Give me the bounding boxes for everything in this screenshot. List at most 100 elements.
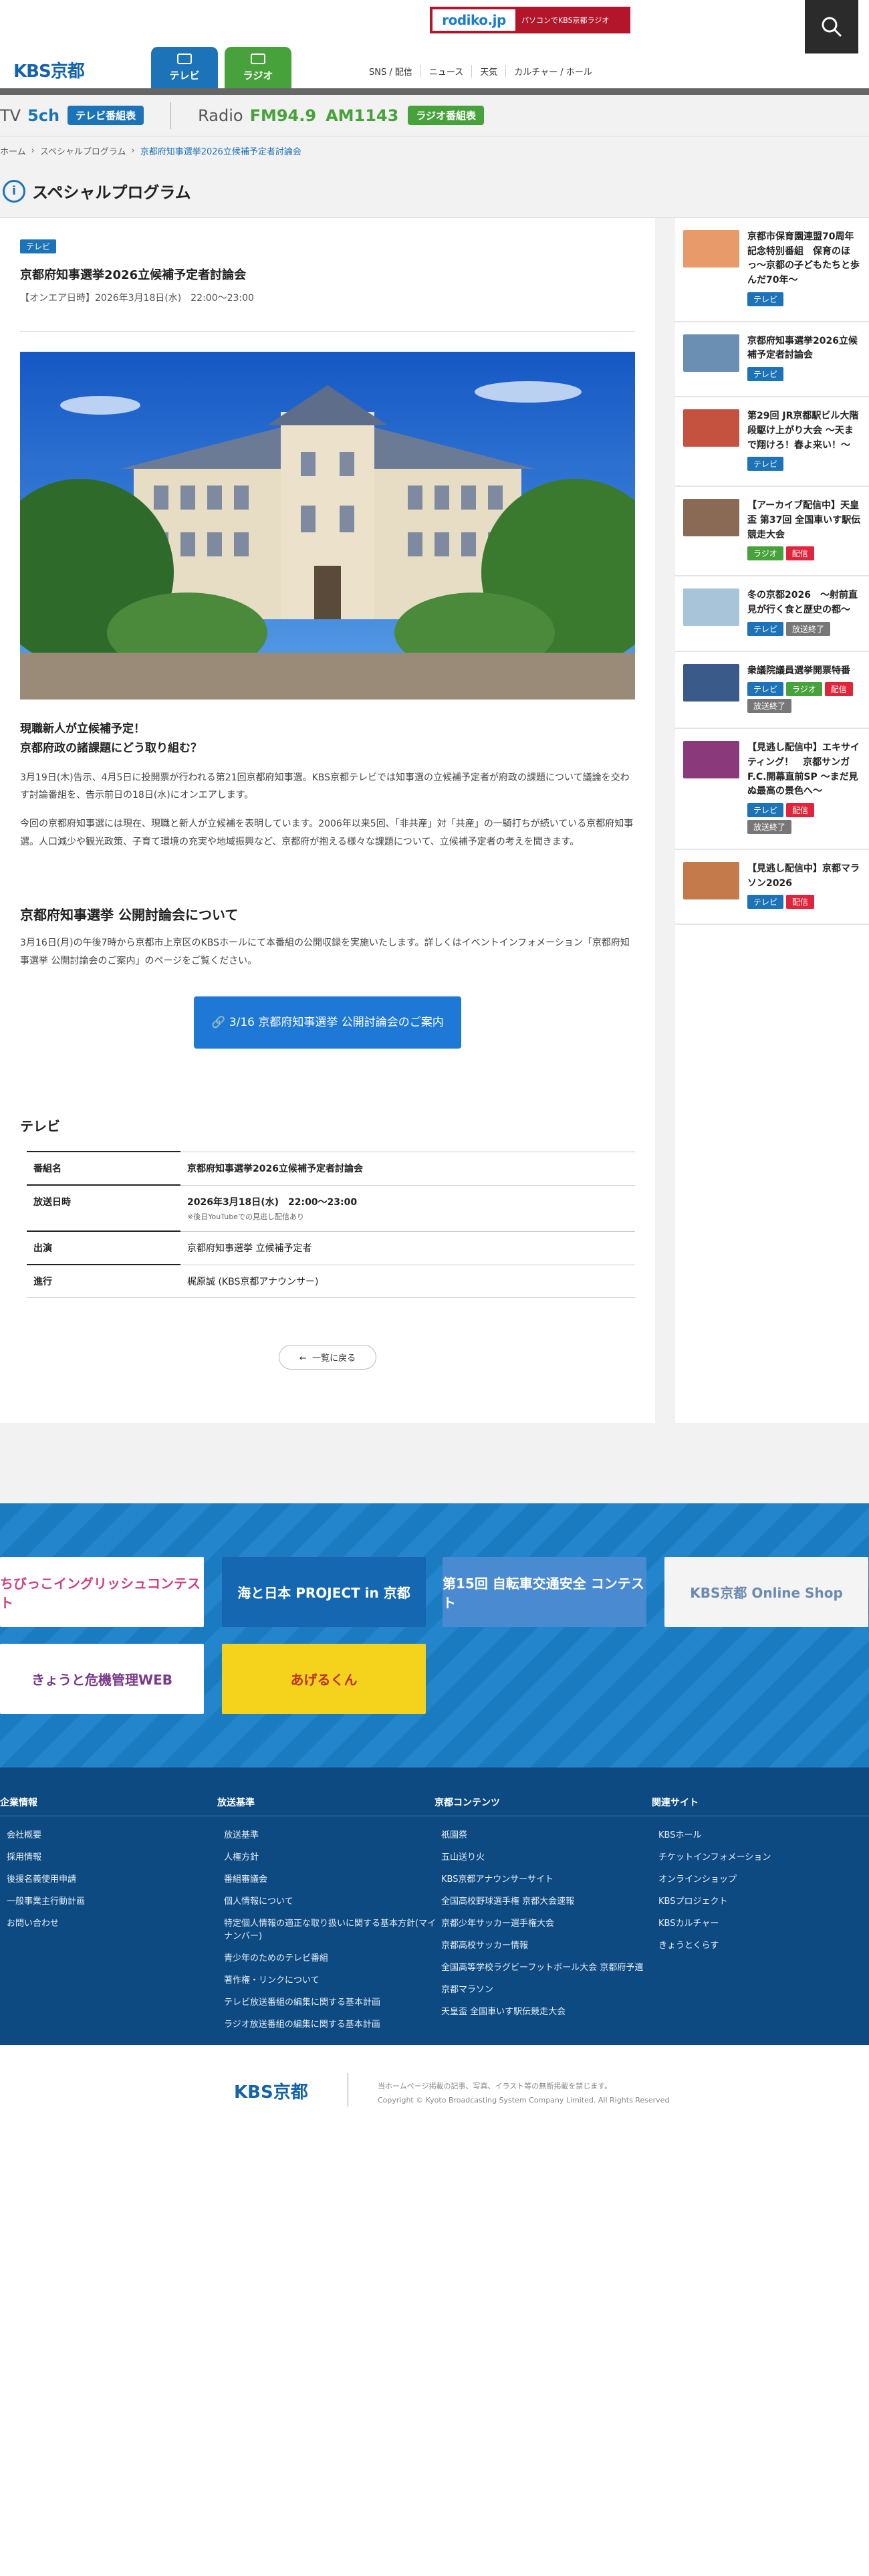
sidebar-item[interactable]: 冬の京都2026 〜射前直見が行く食と歴史の都〜 テレビ 放送終了 <box>675 576 869 652</box>
gnav-sns[interactable]: SNS / 配信 <box>361 65 420 78</box>
footer-link[interactable]: 人権方針 <box>217 1845 438 1867</box>
footer-link[interactable]: KBSホール <box>652 1823 869 1845</box>
footer-link[interactable]: チケットインフォメーション <box>652 1845 869 1867</box>
promo-banner[interactable]: KBS京都 Online Shop <box>664 1557 868 1628</box>
global-nav: SNS / 配信 ニュース 天気 カルチャー / ホール <box>361 65 600 78</box>
debate-info-button[interactable]: 🔗 3/16 京都府知事選挙 公開討論会のご案内 <box>194 996 461 1049</box>
footer-link[interactable]: お問い合わせ <box>0 1911 221 1933</box>
site-header: rodiko.jp パソコンでKBS京都ラジオ KBS京都 テレビ ラジオ SN… <box>0 0 869 88</box>
table-row: 進行 梶原誠 (KBS京都アナウンサー) <box>27 1264 635 1299</box>
radio-schedule-button[interactable]: ラジオ番組表 <box>408 106 485 125</box>
intro-line-1: 現職新人が立候補予定！ <box>20 722 145 736</box>
footer-link[interactable]: 番組審議会 <box>217 1867 438 1889</box>
promo-banner[interactable]: 海と日本 PROJECT in 京都 <box>222 1557 426 1628</box>
table-value: 2026年3月18日(水) 22:00〜23:00 ※後日YouTubeでの見逃し… <box>180 1184 635 1232</box>
table-key: 出演 <box>27 1230 180 1265</box>
footer-link[interactable]: 採用情報 <box>0 1845 221 1867</box>
promo-banner[interactable]: あげるくん <box>222 1644 426 1715</box>
sidebar-item[interactable]: 衆議院議員選挙開票特番 テレビ ラジオ 配信放送終了 <box>675 652 869 730</box>
footer-link[interactable]: 特定個人情報の適正な取り扱いに関する基本方針(マイナンバー) <box>217 1911 438 1946</box>
footer-link[interactable]: きょうとくらす <box>652 1933 869 1955</box>
back-to-list-button[interactable]: ← 一覧に戻る <box>278 1345 377 1370</box>
sidebar-item-title: 第29回 JR京都駅ビル大階段駆け上がり大会 〜天まで翔けろ！春よ来い！〜 <box>747 411 859 451</box>
channel-bar: TV 5ch テレビ番組表 Radio FM94.9 AM1143 ラジオ番組表 <box>0 95 869 136</box>
footer-link[interactable]: 放送基準 <box>217 1823 438 1845</box>
footer-link[interactable]: 全国高校野球選手権 京都大会速報 <box>434 1889 655 1911</box>
sidebar-badge: テレビ <box>747 803 784 818</box>
sidebar-item[interactable]: 【見逃し配信中】京都マラソン2026 テレビ 配信 <box>675 850 869 926</box>
tv-schedule-button[interactable]: テレビ番組表 <box>68 106 144 125</box>
breadcrumb-home[interactable]: ホーム <box>0 144 26 157</box>
footer-column: 関連サイト KBSホール チケットインフォメーション オンラインショップ KBSプロジェ… <box>652 1796 869 1955</box>
promo-banner[interactable]: きょうと危機管理WEB <box>0 1644 204 1715</box>
footer-link[interactable]: KBS京都アナウンサーサイト <box>434 1867 655 1889</box>
table-row: 放送日時 2026年3月18日(水) 22:00〜23:00 ※後日YouTubeで… <box>27 1184 635 1232</box>
sidebar-item-title: 【アーカイブ配信中】天皇盃 第37回 全国車いす駅伝競走大会 <box>747 500 861 540</box>
footer-link[interactable]: 後援名義使用申請 <box>0 1867 221 1889</box>
nav-tab-tv[interactable]: テレビ <box>151 47 218 88</box>
breadcrumb: ホーム › スペシャルプログラム › 京都府知事選挙2026立候補予定者討論会 <box>0 136 869 165</box>
radiko-logo: rodiko.jp <box>432 9 516 31</box>
sidebar-badge: 放送終了 <box>747 699 792 714</box>
nav-tab-radio[interactable]: ラジオ <box>225 47 291 88</box>
footer-logo[interactable]: KBS京都 <box>234 2078 308 2103</box>
footer-link[interactable]: オンラインショップ <box>652 1867 869 1889</box>
table-row: 番組名 京都府知事選挙2026立候補予定者討論会 <box>27 1151 635 1186</box>
intro-heading: 現職新人が立候補予定！ 京都府政の諸課題にどう取り組む？ <box>20 720 635 758</box>
gnav-culture[interactable]: カルチャー / ホール <box>505 65 600 78</box>
sidebar-item-title: 京都府知事選挙2026立候補予定者討論会 <box>747 335 858 361</box>
breadcrumb-special[interactable]: スペシャルプログラム <box>40 144 126 157</box>
footer-link[interactable]: 著作権・リンクについて <box>217 1968 438 1990</box>
footer-column-heading: 企業情報 <box>0 1796 221 1817</box>
sidebar: 京都市保育園連盟70周年記念特別番組 保育のほっ〜京都の子どもたちと歩んだ70年… <box>675 218 869 1424</box>
section-header: i スペシャルプログラム <box>0 165 869 218</box>
page-title: スペシャルプログラム <box>32 183 191 202</box>
footer-link[interactable]: 京都高校サッカー情報 <box>434 1933 655 1955</box>
sidebar-item[interactable]: 【見逃し配信中】エキサイティング！ 京都サンガF.C.開幕直前SP 〜まだ見ぬ最… <box>675 729 869 851</box>
footer-link[interactable]: 京都少年サッカー選手権大会 <box>434 1911 655 1933</box>
sidebar-badge: テレビ <box>747 367 784 382</box>
sidebar-item[interactable]: 京都市保育園連盟70周年記念特別番組 保育のほっ〜京都の子どもたちと歩んだ70年… <box>675 218 869 322</box>
debate-heading: 京都府知事選挙 公開討論会について <box>20 907 239 924</box>
table-value: 京都府知事選挙 立候補予定者 <box>180 1230 635 1265</box>
table-value-text: 京都府知事選挙2026立候補予定者討論会 <box>187 1163 363 1174</box>
promo-banner[interactable]: ちびっこイングリッシュコンテスト <box>0 1557 204 1628</box>
table-value-text: 梶原誠 (KBS京都アナウンサー) <box>187 1276 319 1287</box>
sidebar-badge: 配信 <box>786 895 815 909</box>
sidebar-item[interactable]: 第29回 JR京都駅ビル大階段駆け上がり大会 〜天まで翔けろ！春よ来い！〜 テレビ <box>675 397 869 488</box>
footer-link[interactable]: 京都マラソン <box>434 1977 655 2000</box>
sidebar-badge: 配信 <box>824 682 853 697</box>
table-value-text: 京都府知事選挙 立候補予定者 <box>187 1243 312 1254</box>
debate-info-label: 3/16 京都府知事選挙 公開討論会のご案内 <box>229 1016 444 1030</box>
chevron-right-icon: › <box>131 145 135 156</box>
footer-link[interactable]: KBSプロジェクト <box>652 1889 869 1911</box>
gnav-news[interactable]: ニュース <box>420 65 471 78</box>
footer-link[interactable]: 青少年のためのテレビ番組 <box>217 1946 438 1968</box>
footer-column: 放送基準 放送基準 人権方針 番組審議会 個人情報について 特定個人情報の適正な取り扱いに… <box>217 1796 438 2034</box>
footer-link[interactable]: 祇園祭 <box>434 1823 655 1845</box>
footer-link[interactable]: 会社概要 <box>0 1823 221 1845</box>
footer-link[interactable]: 天皇盃 全国車いす駅伝競走大会 <box>434 2000 655 2022</box>
radiko-banner[interactable]: rodiko.jp パソコンでKBS京都ラジオ <box>430 7 630 33</box>
building-illustration <box>20 352 635 700</box>
sidebar-badge: テレビ <box>747 895 784 909</box>
footer-link[interactable]: KBSカルチャー <box>652 1911 869 1933</box>
footer-link[interactable]: テレビ放送番組の編集に関する基本計画 <box>217 1990 438 2012</box>
footer-link[interactable]: 一般事業主行動計画 <box>0 1889 221 1911</box>
search-button[interactable] <box>805 0 858 53</box>
gnav-weather[interactable]: 天気 <box>471 65 505 78</box>
footer-link[interactable]: ラジオ放送番組の編集に関する基本計画 <box>217 2012 438 2034</box>
intro-line-2: 京都府政の諸課題にどう取り組む？ <box>20 741 202 755</box>
footer-link[interactable]: 五山送り火 <box>434 1845 655 1867</box>
footer-link[interactable]: 個人情報について <box>217 1889 438 1911</box>
sidebar-item[interactable]: 【アーカイブ配信中】天皇盃 第37回 全国車いす駅伝競走大会 ラジオ 配信 <box>675 487 869 577</box>
sidebar-item-title: 衆議院議員選挙開票特番 <box>747 665 850 676</box>
sidebar-badge: テレビ <box>747 621 784 636</box>
site-logo[interactable]: KBS京都 <box>13 58 85 82</box>
nav-tab-tv-label: テレビ <box>169 69 200 82</box>
chevron-right-icon: › <box>31 145 35 156</box>
promo-banner[interactable]: 第15回 自転車交通安全 コンテスト <box>443 1557 646 1628</box>
sidebar-item[interactable]: 京都府知事選挙2026立候補予定者討論会テレビ <box>675 322 869 398</box>
table-row: 出演 京都府知事選挙 立候補予定者 <box>27 1230 635 1265</box>
footer-link[interactable]: 全国高等学校ラグビーフットボール大会 京都府予選 <box>434 1955 655 1977</box>
